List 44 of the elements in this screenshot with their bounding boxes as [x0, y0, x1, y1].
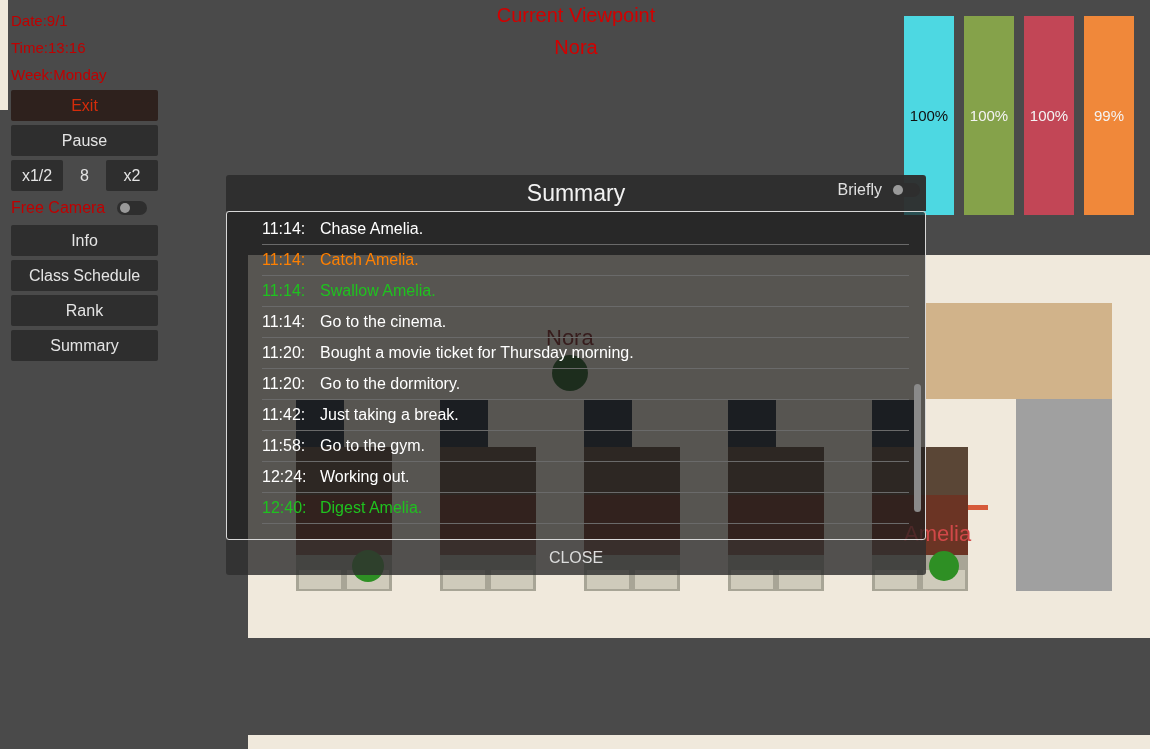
dialog-title: Summary	[526, 179, 626, 207]
entry-text: Working out.	[320, 468, 410, 486]
briefly-label: Briefly	[837, 181, 882, 199]
entry-time: 11:42:	[262, 406, 307, 424]
date-label: Date:9/1	[11, 11, 69, 31]
entry-text: Just taking a break.	[320, 406, 459, 424]
weekday-label: Week:Monday	[11, 65, 108, 85]
entry-time: 12:24:	[262, 468, 308, 486]
entry-time: 11:14:	[262, 313, 307, 331]
meter-value: 99%	[1094, 107, 1124, 124]
speed-value: 8	[79, 166, 90, 185]
menu-button[interactable]: Info	[11, 225, 158, 256]
free-camera-toggle[interactable]	[117, 201, 148, 215]
meter-value: 100%	[909, 107, 949, 124]
entry-text: Digest Amelia.	[320, 499, 423, 517]
time-label: Time:13:16	[11, 38, 87, 58]
entry-time: 11:14:	[262, 251, 307, 269]
entry-time: 12:40:	[262, 499, 308, 517]
entry-time: 11:58:	[262, 437, 307, 455]
pause-button[interactable]: Pause	[11, 125, 158, 156]
menu-button[interactable]: Class Schedule	[11, 260, 158, 291]
entry-time: 11:20:	[262, 375, 307, 393]
entry-time: 11:20:	[262, 344, 307, 362]
character-icon	[929, 551, 959, 581]
briefly-toggle[interactable]	[890, 183, 920, 197]
slower-button[interactable]: x1/2	[11, 160, 63, 191]
viewpoint-name: Nora	[554, 35, 598, 60]
meter-value: 100%	[1029, 107, 1069, 124]
faster-button[interactable]: x2	[106, 160, 158, 191]
entry-text: Chase Amelia.	[320, 220, 424, 238]
entry-time: 11:14:	[262, 220, 307, 238]
entry-time: 11:14:	[262, 282, 307, 300]
scrollbar-thumb[interactable]	[914, 384, 921, 512]
entry-text: Go to the dormitory.	[320, 375, 461, 393]
free-camera-label: Free Camera	[11, 199, 106, 217]
close-button[interactable]: CLOSE	[542, 546, 610, 569]
viewpoint-title: Current Viewpoint	[496, 3, 656, 28]
menu-button[interactable]: Summary	[11, 330, 158, 361]
entry-text: Catch Amelia.	[320, 251, 419, 269]
entry-text: Swallow Amelia.	[320, 282, 436, 300]
entry-text: Go to the gym.	[320, 437, 425, 455]
menu-button[interactable]: Rank	[11, 295, 158, 326]
entry-text: Go to the cinema.	[320, 313, 447, 331]
meter-value: 100%	[969, 107, 1009, 124]
